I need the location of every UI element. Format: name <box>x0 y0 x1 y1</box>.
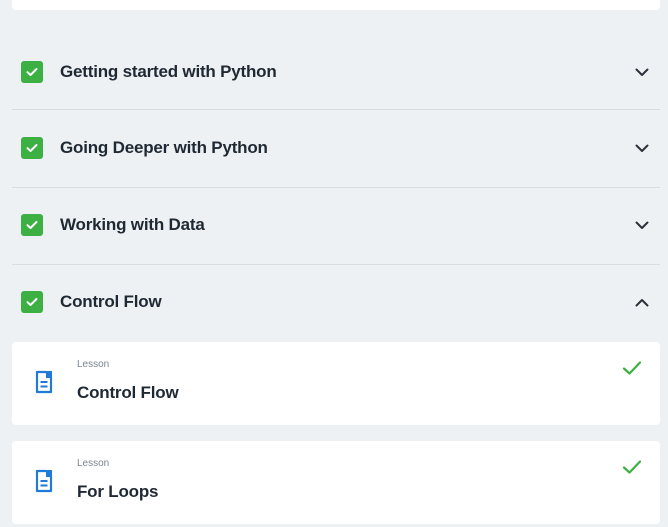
section-working-with-data[interactable]: Working with Data <box>12 190 660 260</box>
divider <box>12 264 660 265</box>
chevron-down-icon[interactable] <box>634 140 650 156</box>
section-title: Getting started with Python <box>60 62 277 81</box>
document-icon <box>35 370 53 394</box>
section-going-deeper[interactable]: Going Deeper with Python <box>12 113 660 183</box>
document-icon <box>35 469 53 493</box>
divider <box>12 109 660 110</box>
checkmark-icon <box>622 360 642 376</box>
section-title: Working with Data <box>60 215 205 234</box>
checkbox-checked-icon <box>21 214 43 236</box>
divider <box>12 187 660 188</box>
lesson-title: Control Flow <box>77 383 179 402</box>
section-getting-started[interactable]: Getting started with Python <box>12 37 660 107</box>
section-title: Going Deeper with Python <box>60 138 268 157</box>
checkmark-icon <box>622 459 642 475</box>
lesson-item-for-loops[interactable]: Lesson For Loops <box>12 441 660 524</box>
chevron-down-icon[interactable] <box>634 217 650 233</box>
chevron-down-icon[interactable] <box>634 64 650 80</box>
lesson-item-control-flow[interactable]: Lesson Control Flow <box>12 342 660 425</box>
checkbox-checked-icon <box>21 61 43 83</box>
chevron-up-icon[interactable] <box>634 294 650 310</box>
checkbox-checked-icon <box>21 137 43 159</box>
previous-card <box>12 0 660 10</box>
lesson-title: For Loops <box>77 482 159 501</box>
checkbox-checked-icon <box>21 291 43 313</box>
section-control-flow[interactable]: Control Flow <box>12 267 660 337</box>
lesson-type-label: Lesson <box>77 458 110 469</box>
lesson-type-label: Lesson <box>77 359 110 370</box>
section-title: Control Flow <box>60 292 162 311</box>
